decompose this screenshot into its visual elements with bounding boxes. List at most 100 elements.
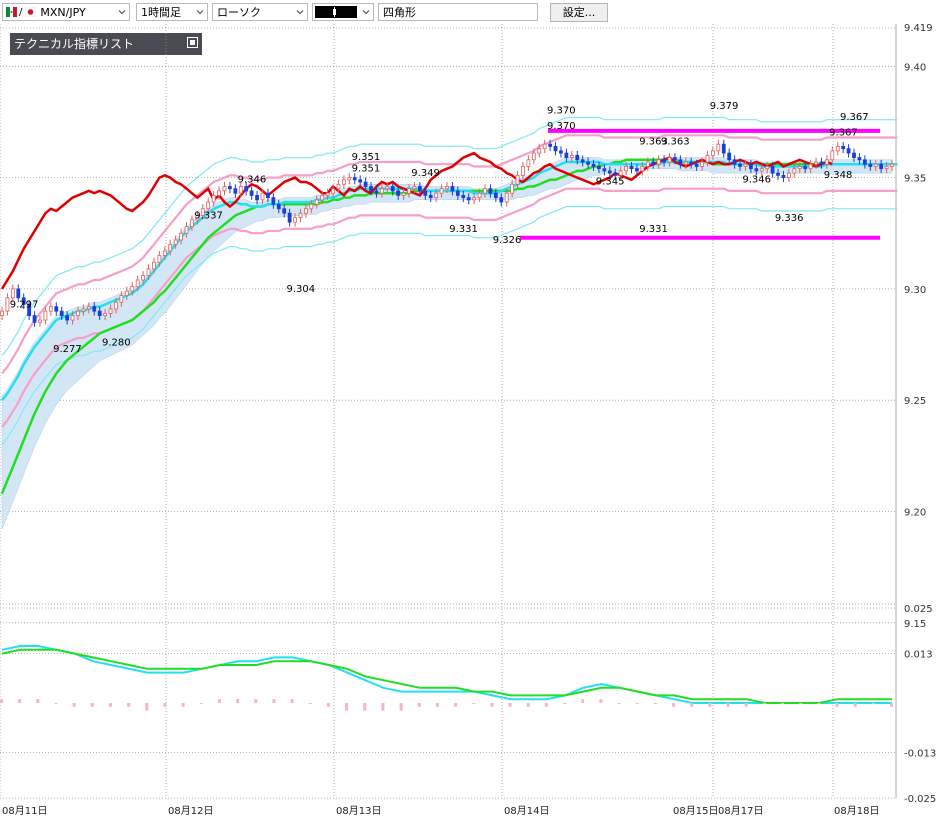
candle-body (119, 295, 124, 303)
drawing-tool-select[interactable] (312, 3, 374, 21)
candle-body (613, 172, 618, 176)
candle-body (32, 315, 37, 323)
candle-body (135, 279, 140, 288)
price-label: 9.346 (742, 174, 771, 185)
histogram-bar (653, 703, 657, 704)
candle-body (564, 152, 569, 158)
price-label: 9.345 (596, 177, 625, 188)
candle-body (705, 154, 710, 163)
price-chart[interactable]: 9.2979.2779.2809.3379.3469.3049.3519.351… (0, 0, 952, 820)
oscillator-line (1, 648, 892, 704)
price-label: 9.337 (194, 211, 223, 222)
price-tick-label: 9.15 (904, 619, 926, 630)
candle-body (228, 186, 232, 190)
price-label: 9.351 (352, 163, 381, 174)
candle-body (217, 190, 221, 196)
candle-body (466, 197, 471, 201)
candle-body (824, 159, 829, 165)
candle-body (580, 159, 585, 163)
ichimoku-cloud (1, 157, 893, 530)
candle-body (553, 146, 558, 152)
candle-body (434, 192, 439, 199)
candle-body (336, 183, 341, 190)
candle-body (428, 194, 433, 199)
chevron-down-icon[interactable] (296, 8, 304, 16)
candlesticks (0, 139, 894, 327)
histogram-bar (18, 699, 22, 703)
candle-body (569, 154, 574, 158)
candle-body (200, 208, 205, 216)
candle-body (195, 215, 200, 221)
candle-body (445, 186, 449, 190)
histogram-bar (254, 699, 258, 703)
toolbar: / MXN/JPY 1時間足 ローソク 四角形 設定... (0, 0, 952, 24)
candle-body (255, 194, 259, 201)
candle-body (862, 159, 867, 165)
histogram-bar (472, 703, 476, 704)
candle-body (776, 172, 780, 176)
chevron-down-icon[interactable] (196, 8, 204, 16)
price-label: 9.370 (547, 121, 576, 132)
candle-body (179, 232, 183, 241)
histogram-bar (762, 703, 766, 704)
candle-body (814, 161, 818, 165)
candle-body (369, 186, 373, 192)
candle-body (678, 159, 683, 165)
price-label: 9.351 (352, 152, 381, 163)
candle-body (749, 163, 753, 170)
candle-body (591, 163, 596, 167)
chart-style-select[interactable]: ローソク (212, 3, 308, 21)
candle-body (819, 161, 824, 165)
candle-body (450, 186, 455, 192)
bollinger-outer-upper-line (1, 116, 898, 357)
time-tick-label: 08月13日 (336, 805, 381, 817)
candle-body (282, 208, 287, 214)
timeframe-select[interactable]: 1時間足 (136, 3, 208, 21)
histogram-bar (399, 703, 403, 711)
candle-body (624, 166, 628, 172)
candle-body (662, 159, 666, 163)
candle-body (70, 315, 75, 321)
histogram-bar (635, 703, 639, 704)
candle-body (152, 261, 156, 270)
candle-body (618, 170, 623, 176)
candle-body (173, 239, 178, 245)
drawing-shape-field[interactable]: 四角形 (378, 3, 538, 21)
candle-body (211, 194, 216, 203)
currency-pair-select[interactable]: / MXN/JPY (2, 3, 130, 21)
candle-body (331, 188, 335, 194)
candle-body (586, 161, 590, 165)
candle-body (830, 150, 835, 161)
histogram-bar (272, 699, 276, 703)
candle-body (222, 186, 227, 192)
chevron-down-icon[interactable] (118, 8, 126, 16)
histogram-bar (690, 703, 694, 707)
candle-body (873, 163, 878, 167)
candle-body (86, 306, 91, 310)
drawing-shape-label: 四角形 (383, 6, 416, 19)
candle-body (287, 212, 292, 223)
candle-body (759, 168, 764, 172)
candle-body (146, 268, 151, 276)
candle-body (412, 186, 417, 190)
settings-button[interactable]: 設定... (550, 3, 608, 22)
candle-body (797, 166, 802, 170)
candle-body (711, 150, 715, 156)
candle-body (238, 186, 243, 194)
chevron-down-icon[interactable] (362, 8, 370, 16)
candle-body (629, 166, 634, 170)
technical-indicator-list[interactable]: テクニカル指標リスト (10, 33, 202, 55)
candle-body (352, 177, 357, 181)
candle-body (640, 166, 645, 172)
price-label: 9.331 (449, 224, 478, 235)
candle-body (314, 199, 319, 205)
restore-window-icon[interactable] (187, 37, 198, 48)
price-tick-label: 9.20 (904, 507, 926, 518)
histogram-bar (454, 703, 458, 707)
price-label: 9.348 (824, 170, 853, 181)
mexico-flag-icon (6, 7, 17, 17)
candle-body (884, 166, 889, 170)
candle-body (700, 161, 704, 167)
histogram-bar (508, 703, 512, 707)
candle-body (694, 163, 699, 167)
